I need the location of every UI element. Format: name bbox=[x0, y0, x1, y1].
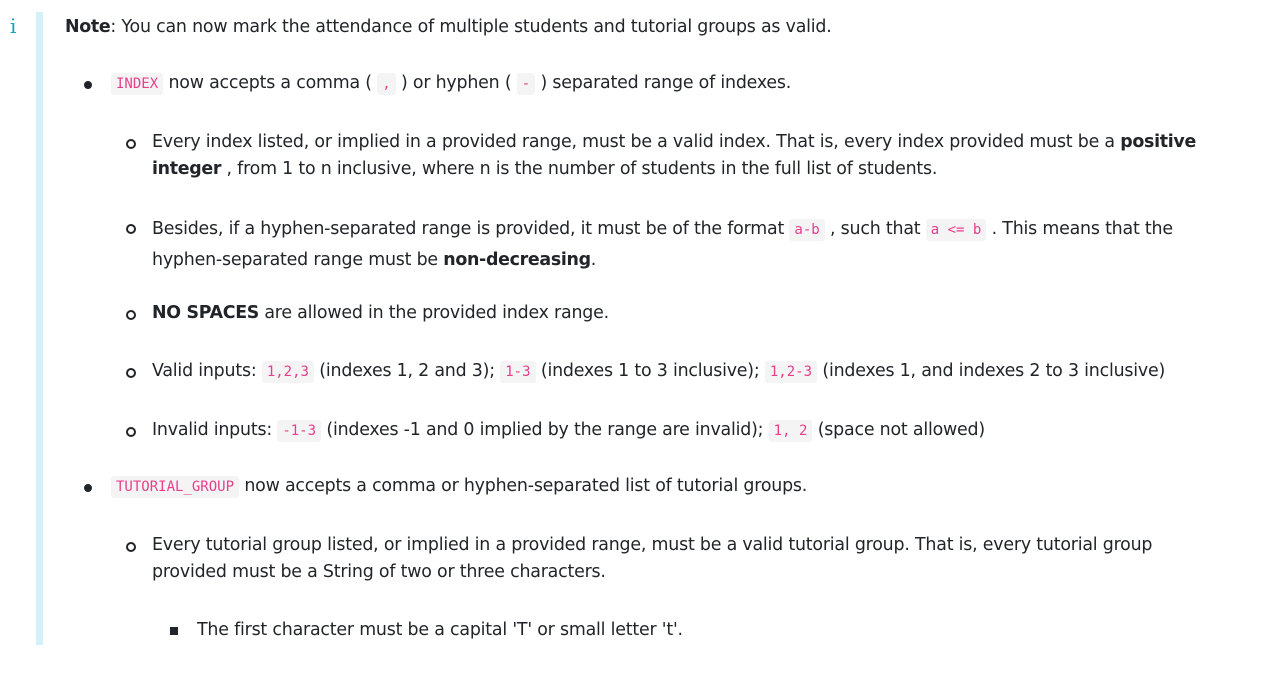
index-rule-valid-inputs: Valid inputs: 1,2,3 (indexes 1, 2 and 3)… bbox=[152, 358, 1165, 386]
hyphen-code: - bbox=[516, 73, 536, 95]
rule4-text-2: (indexes 1, 2 and 3); bbox=[313, 361, 501, 381]
rule5-text-2: (indexes -1 and 0 implied by the range a… bbox=[321, 420, 769, 440]
tutorial-text-1: now accepts a comma or hyphen-separated … bbox=[239, 476, 808, 496]
index-text-3: ) separated range of indexes. bbox=[535, 73, 792, 93]
rule3-bold: NO SPACES bbox=[152, 303, 259, 323]
tutorial-group-code: TUTORIAL_GROUP bbox=[111, 476, 240, 498]
bullet-circle bbox=[126, 224, 136, 234]
tutorial-group-item: TUTORIAL_GROUP now accepts a comma or hy… bbox=[111, 473, 807, 501]
comma-code: , bbox=[377, 73, 396, 95]
rule5-code-2: 1, 2 bbox=[768, 420, 813, 442]
bullet-circle bbox=[126, 139, 136, 149]
index-rule-no-spaces: NO SPACES are allowed in the provided in… bbox=[152, 300, 609, 327]
bullet-disc bbox=[84, 81, 92, 89]
index-rule-positive-integer: Every index listed, or implied in a prov… bbox=[152, 129, 1252, 183]
rule2-code-2: a <= b bbox=[925, 219, 987, 241]
rule2-text-2: , such that bbox=[824, 219, 926, 239]
bullet-circle bbox=[126, 310, 136, 320]
tutorial-rule-first-char: The first character must be a capital 'T… bbox=[197, 617, 683, 644]
note-text: : You can now mark the attendance of mul… bbox=[110, 17, 832, 37]
rule4-text-4: (indexes 1, and indexes 2 to 3 inclusive… bbox=[817, 361, 1166, 381]
rule4-text-1: Valid inputs: bbox=[152, 361, 262, 381]
index-text-2: ) or hyphen ( bbox=[395, 73, 517, 93]
rule1-text-2: , from 1 to n inclusive, where n is the … bbox=[221, 159, 938, 179]
rule5-text-1: Invalid inputs: bbox=[152, 420, 278, 440]
index-rule-invalid-inputs: Invalid inputs: -1-3 (indexes -1 and 0 i… bbox=[152, 417, 985, 445]
tutorial-rule-valid-group: Every tutorial group listed, or implied … bbox=[152, 532, 1232, 586]
index-item: INDEX now accepts a comma ( , ) or hyphe… bbox=[111, 70, 791, 98]
index-code: INDEX bbox=[111, 73, 164, 95]
bullet-square bbox=[170, 627, 178, 635]
note-line: Note: You can now mark the attendance of… bbox=[65, 14, 832, 41]
rule4-code-2: 1-3 bbox=[500, 361, 536, 383]
rule3-text-1: are allowed in the provided index range. bbox=[259, 303, 609, 323]
rule2-text-4: . bbox=[590, 250, 597, 270]
bullet-circle bbox=[126, 542, 136, 552]
rule5-code-1: -1-3 bbox=[277, 420, 322, 442]
bullet-disc bbox=[84, 484, 92, 492]
index-text-1: now accepts a comma ( bbox=[163, 73, 378, 93]
info-icon: i bbox=[10, 14, 17, 38]
rule2-code-1: a-b bbox=[789, 219, 825, 241]
note-callout-bar bbox=[36, 12, 43, 645]
tutorial-rule1-text: Every tutorial group listed, or implied … bbox=[152, 535, 1153, 582]
rule5-text-3: (space not allowed) bbox=[812, 420, 985, 440]
tutorial-sub1-text: The first character must be a capital 'T… bbox=[197, 620, 683, 640]
index-rule-range-format: Besides, if a hyphen-separated range is … bbox=[152, 214, 1237, 275]
rule4-code-3: 1,2-3 bbox=[764, 361, 818, 383]
rule4-code-1: 1,2,3 bbox=[261, 361, 314, 383]
note-label: Note bbox=[65, 17, 111, 37]
rule2-bold: non-decreasing bbox=[443, 250, 591, 270]
bullet-circle bbox=[126, 368, 136, 378]
rule4-text-3: (indexes 1 to 3 inclusive); bbox=[535, 361, 765, 381]
bullet-circle bbox=[126, 427, 136, 437]
rule1-text-1: Every index listed, or implied in a prov… bbox=[152, 132, 1121, 152]
rule2-text-1: Besides, if a hyphen-separated range is … bbox=[152, 219, 790, 239]
